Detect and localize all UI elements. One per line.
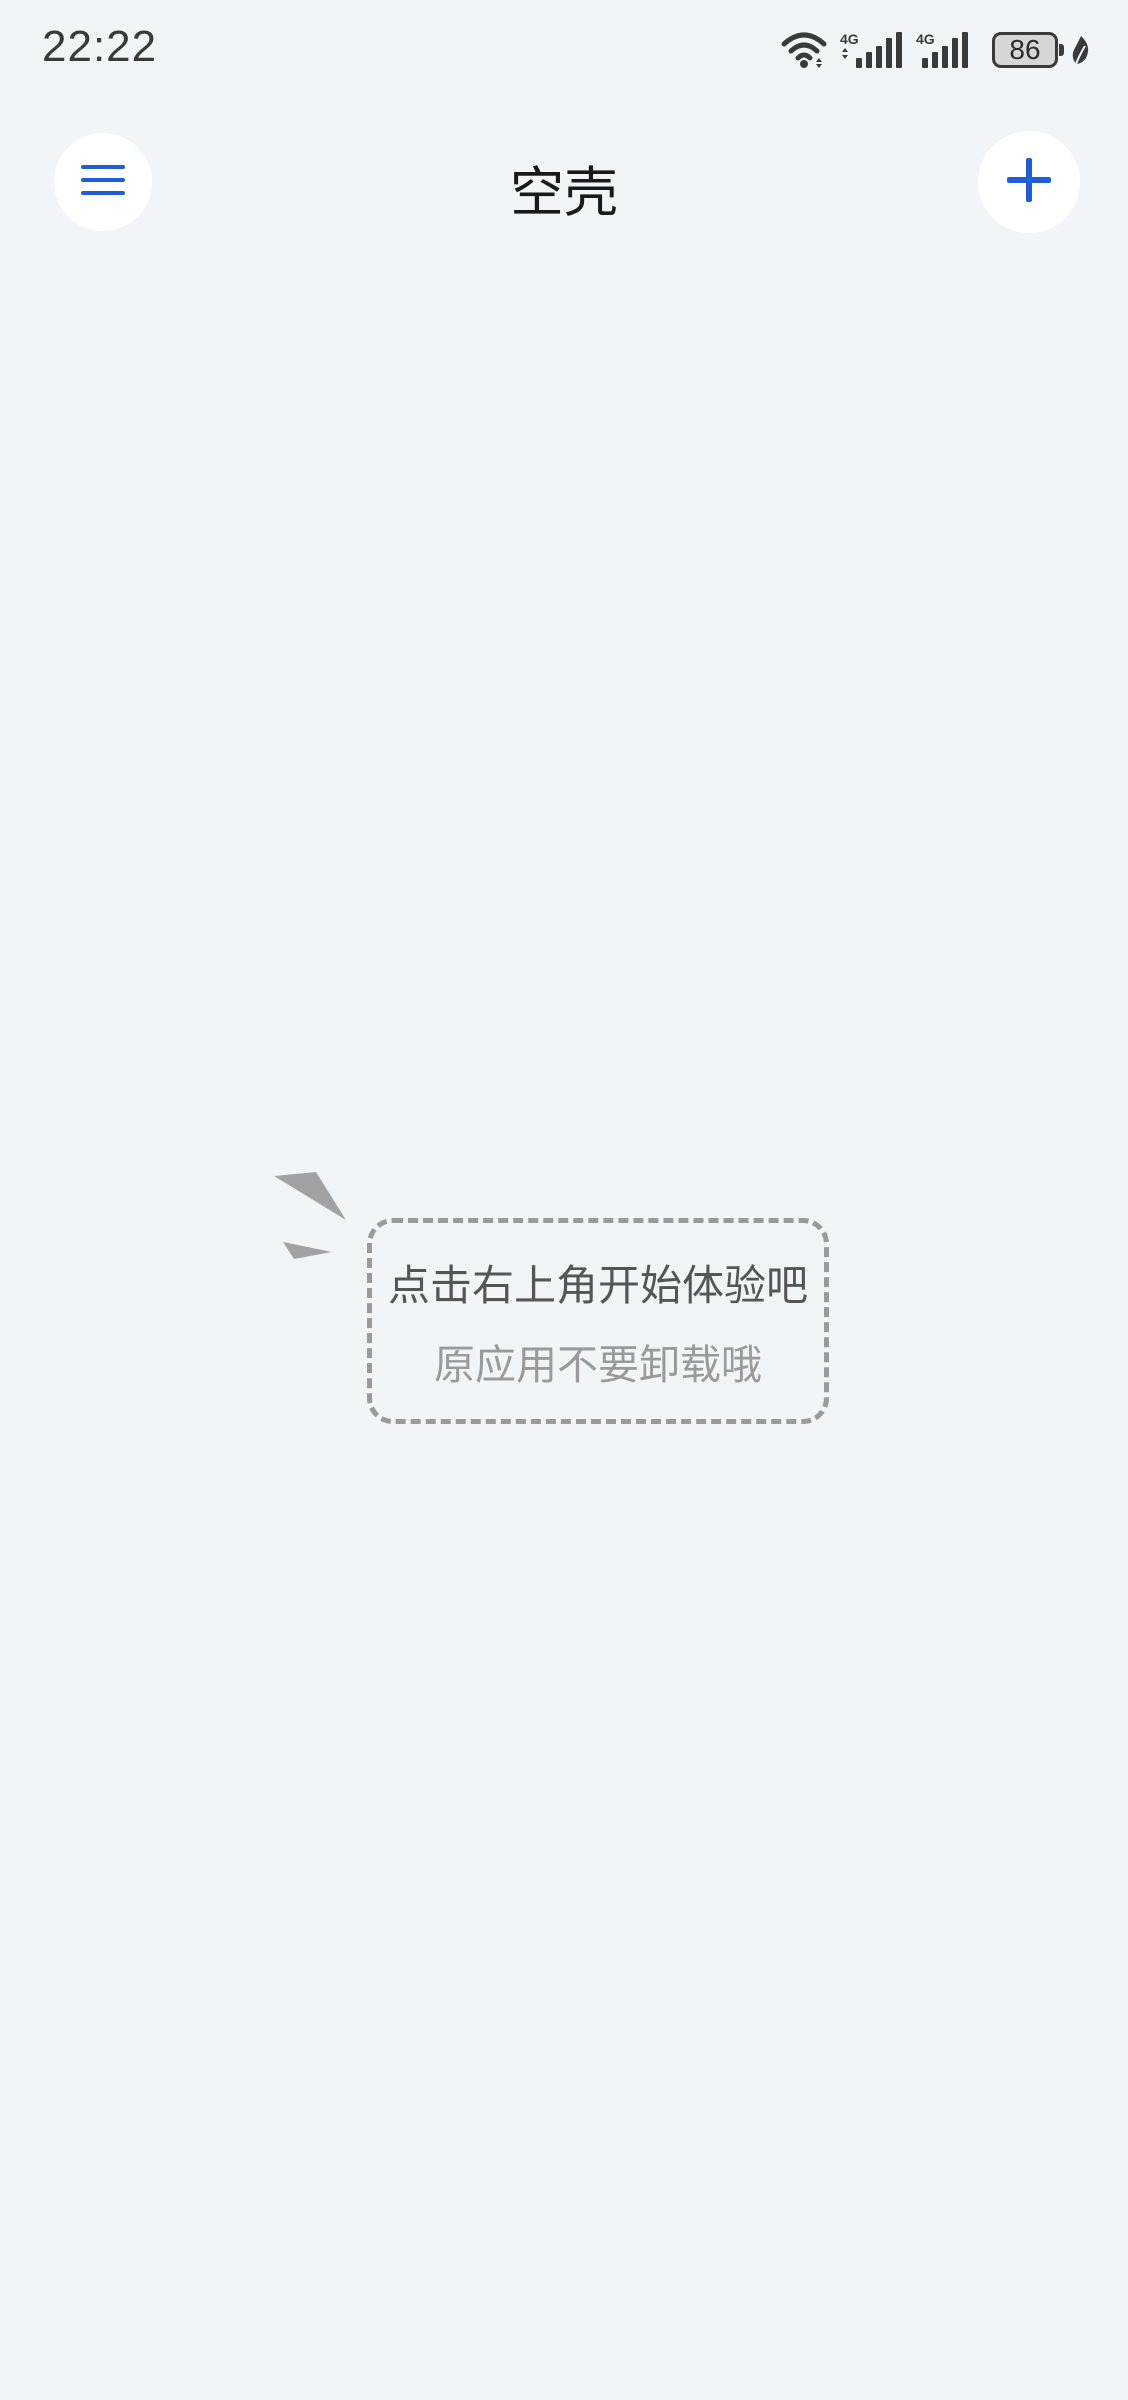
status-bar: 22:22 4G 4G 86 [0, 0, 1128, 100]
status-time: 22:22 [42, 22, 158, 71]
svg-text:4G: 4G [840, 31, 859, 47]
hint-primary-text: 点击右上角开始体验吧 [387, 1260, 808, 1310]
add-button[interactable] [978, 131, 1080, 233]
wifi-icon [780, 30, 828, 70]
leaf-icon [1070, 34, 1092, 66]
status-icons: 4G 4G 86 [780, 28, 1092, 72]
top-bar: 空壳 [0, 130, 1128, 234]
battery-level: 86 [1009, 34, 1041, 65]
hint-emphasis-icon [270, 1168, 370, 1272]
4g-signal-icon: 4G [840, 30, 904, 70]
4g-signal-icon: 4G [916, 30, 980, 70]
page-title: 空壳 [510, 161, 618, 224]
empty-state-hint: 点击右上角开始体验吧 原应用不要卸载哦 [367, 1218, 829, 1424]
battery-icon: 86 [992, 32, 1064, 68]
plus-icon [1005, 156, 1053, 208]
hint-secondary-text: 原应用不要卸载哦 [434, 1340, 762, 1389]
svg-text:4G: 4G [916, 31, 935, 47]
